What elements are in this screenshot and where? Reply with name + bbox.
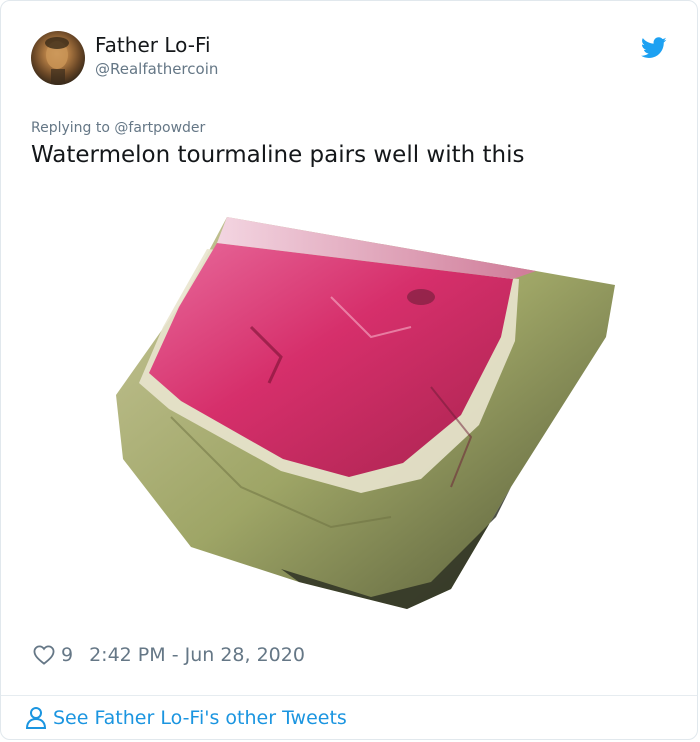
- avatar[interactable]: [31, 31, 85, 85]
- tweet-header: Father Lo-Fi @Realfathercoin: [31, 31, 671, 87]
- author-handle[interactable]: @Realfathercoin: [95, 60, 218, 78]
- heart-icon[interactable]: [33, 645, 55, 665]
- see-other-tweets-label[interactable]: See Father Lo-Fi's other Tweets: [53, 707, 347, 729]
- tweet-text: Watermelon tourmaline pairs well with th…: [31, 142, 525, 168]
- person-icon: [25, 707, 47, 729]
- tourmaline-image: [116, 217, 615, 609]
- like-count[interactable]: 9: [61, 644, 73, 666]
- twitter-bird-icon[interactable]: [641, 37, 667, 59]
- tweet-media[interactable]: [31, 187, 671, 627]
- author-name[interactable]: Father Lo-Fi: [95, 33, 211, 57]
- tweet-card: Father Lo-Fi @Realfathercoin Replying to…: [0, 0, 698, 740]
- reply-mention-link[interactable]: @fartpowder: [114, 120, 205, 136]
- tweet-timestamp[interactable]: 2:42 PM - Jun 28, 2020: [89, 644, 305, 666]
- tweet-meta: 9 2:42 PM - Jun 28, 2020: [33, 642, 305, 668]
- see-other-tweets-link[interactable]: See Father Lo-Fi's other Tweets: [25, 706, 347, 730]
- divider: [1, 695, 697, 696]
- replying-to: Replying to @fartpowder: [31, 120, 205, 136]
- replying-prefix: Replying to: [31, 120, 115, 136]
